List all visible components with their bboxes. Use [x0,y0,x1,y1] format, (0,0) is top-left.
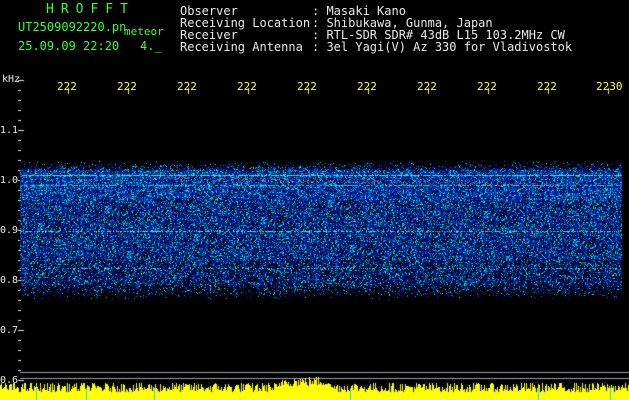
hrofft-window: HROFFT UT2509092220.pn meteor 25.09.09 2… [0,0,629,400]
x-tick-label: 222 [537,80,557,93]
date-time: 25.09.09 22:20 [18,39,120,53]
y-tick-label: 0.9 [0,225,19,236]
antenna-label: Receiving Antenna [180,40,303,54]
meteor-counter: 4._ [140,39,162,53]
x-tick-label: 222 [177,80,197,93]
x-tick-label: 222 [57,80,77,93]
x-tick-label: 222 [417,80,437,93]
y-tick-label: 1.1 [0,125,19,136]
y-tick-label: 0.8 [0,275,19,286]
y-tick-label: 0.6 [0,375,19,386]
x-tick-label: 222 [117,80,137,93]
app-logo: HROFFT [46,2,135,17]
x-tick-label: 2230 [596,80,623,93]
x-tick-label: 222 [477,80,497,93]
x-tick-label: 222 [357,80,377,93]
spectrogram-canvas [0,0,629,400]
meteor-label: meteor [124,25,164,38]
y-tick-label: 0.7 [0,325,19,336]
y-tick-label: 1.0 [0,175,19,186]
y-axis-unit: kHz [2,74,21,85]
x-tick-label: 222 [297,80,317,93]
file-name: UT2509092220.pn [18,20,127,34]
x-tick-label: 222 [237,80,257,93]
antenna-value: : 3el Yagi(V) Az 330 for Vladivostok [312,40,573,54]
